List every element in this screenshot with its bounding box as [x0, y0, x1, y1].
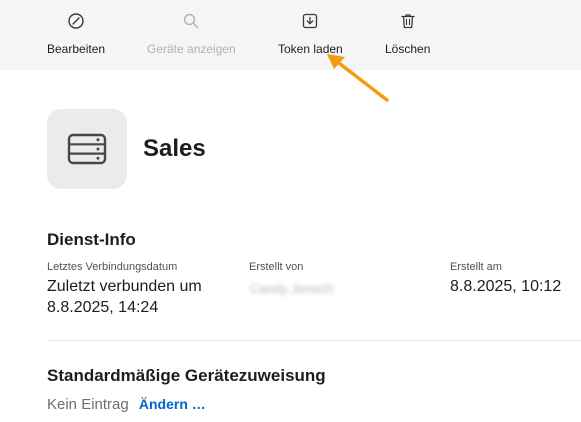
trash-icon [399, 12, 417, 35]
edit-icon [67, 12, 85, 35]
annotation-arrow [327, 54, 389, 102]
default-assignment-heading: Standardmäßige Gerätezuweisung [47, 366, 326, 385]
edit-label: Bearbeiten [47, 42, 106, 56]
show-devices-label: Geräte anzeigen [147, 42, 236, 56]
show-devices-button[interactable]: Geräte anzeigen [147, 12, 236, 56]
service-info-heading: Dienst-Info [47, 230, 136, 249]
search-icon [182, 12, 200, 35]
page-title: Sales [143, 135, 206, 162]
edit-button[interactable]: Bearbeiten [47, 12, 105, 56]
created-by-value: Candy Jenach [250, 281, 334, 296]
load-token-button[interactable]: Token laden [278, 12, 343, 56]
service-icon [47, 109, 127, 189]
toolbar: Bearbeiten Geräte anzeigen Token laden L… [0, 0, 581, 70]
default-assignment-row: Kein Eintrag Ändern … [47, 396, 206, 413]
created-at-value: 8.8.2025, 10:12 [450, 278, 562, 295]
created-at-label: Erstellt am [450, 261, 502, 273]
last-connection-label: Letztes Verbindungsdatum [47, 261, 178, 273]
created-by-label: Erstellt von [249, 261, 304, 273]
delete-button[interactable]: Löschen [385, 12, 430, 56]
change-assignment-link[interactable]: Ändern … [139, 396, 206, 412]
server-icon [67, 133, 107, 165]
last-connection-value: Zuletzt verbunden um 8.8.2025, 14:24 [47, 278, 202, 316]
divider [47, 340, 581, 341]
download-icon [301, 12, 319, 35]
default-assignment-value: Kein Eintrag [47, 396, 129, 413]
